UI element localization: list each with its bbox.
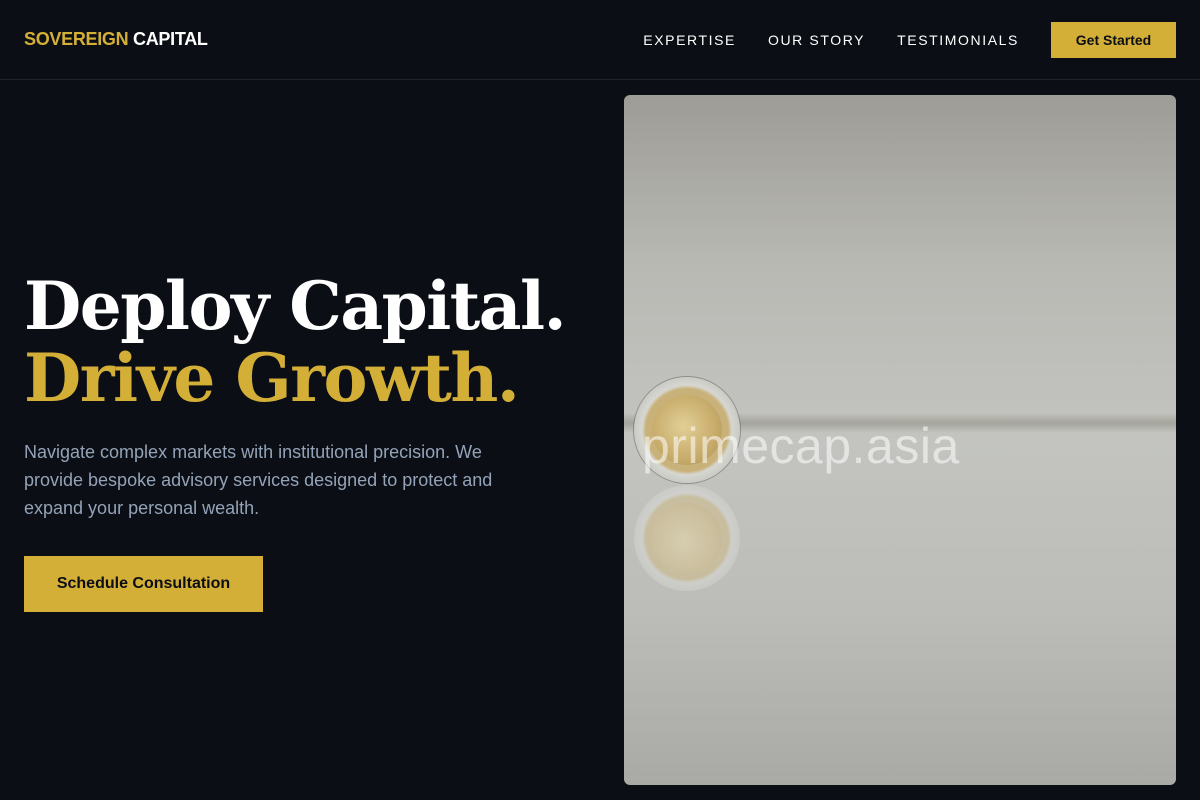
logo-word-capital: CAPITAL bbox=[133, 29, 208, 49]
main-nav: EXPERTISE OUR STORY TESTIMONIALS Get Sta… bbox=[643, 21, 1176, 58]
headline-line-1: Deploy Capital. bbox=[24, 267, 567, 345]
nav-link-expertise[interactable]: EXPERTISE bbox=[643, 32, 736, 48]
hero-headline: Deploy Capital. Drive Growth. bbox=[24, 270, 584, 414]
hero-description: Navigate complex markets with institutio… bbox=[24, 442, 493, 518]
image-watermark: primecap.asia bbox=[642, 418, 960, 474]
headline-line-2: Drive Growth. bbox=[24, 339, 520, 417]
page: SOVEREIGN CAPITAL EXPERTISE OUR STORY TE… bbox=[0, 0, 1200, 800]
get-started-button[interactable]: Get Started bbox=[1051, 21, 1176, 58]
hero-image: primecap.asia bbox=[624, 95, 1176, 785]
logo-word-sovereign: SOVEREIGN bbox=[24, 29, 129, 49]
schedule-consultation-button[interactable]: Schedule Consultation bbox=[24, 556, 263, 612]
hero-content: Deploy Capital. Drive Growth. Navigate c… bbox=[24, 270, 584, 612]
brand-logo[interactable]: SOVEREIGN CAPITAL bbox=[24, 29, 208, 50]
nav-link-testimonials[interactable]: TESTIMONIALS bbox=[897, 32, 1019, 48]
coin-reflection bbox=[634, 485, 740, 591]
nav-link-our-story[interactable]: OUR STORY bbox=[768, 32, 865, 48]
coin-reflection-center bbox=[652, 503, 722, 573]
site-header: SOVEREIGN CAPITAL EXPERTISE OUR STORY TE… bbox=[0, 0, 1200, 80]
